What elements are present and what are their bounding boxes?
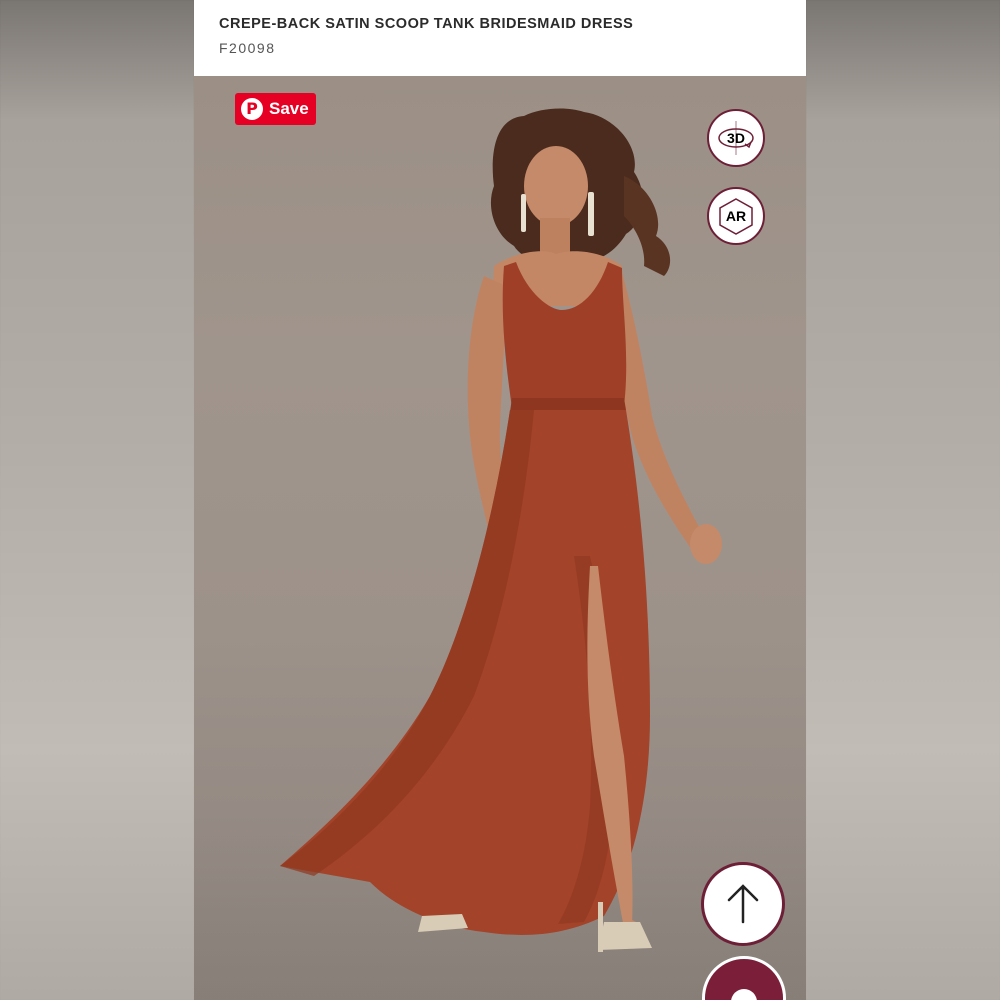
blurred-background-right (806, 0, 1000, 1000)
view-ar-button[interactable]: AR (707, 187, 765, 245)
view-3d-label: 3D (727, 130, 745, 146)
blurred-background-left (0, 0, 194, 1000)
pinterest-icon: P (241, 98, 263, 120)
product-title: CREPE-BACK SATIN SCOOP TANK BRIDESMAID D… (219, 16, 634, 32)
product-screen: CREPE-BACK SATIN SCOOP TANK BRIDESMAID D… (194, 0, 806, 1000)
ar-cube-icon: AR (719, 198, 753, 235)
chat-icon (731, 989, 757, 1000)
back-to-top-button[interactable] (701, 862, 785, 946)
arrow-up-icon (727, 884, 759, 924)
pinterest-save-label: Save (269, 99, 309, 118)
view-ar-label: AR (726, 208, 746, 224)
product-header: CREPE-BACK SATIN SCOOP TANK BRIDESMAID D… (194, 0, 806, 76)
product-sku: F20098 (219, 40, 276, 56)
pinterest-save-button[interactable]: P Save (235, 93, 316, 125)
view-3d-button[interactable]: 3D (707, 109, 765, 167)
rotate-3d-icon: 3D (718, 121, 754, 155)
product-photo[interactable]: P Save 3D AR (194, 76, 806, 1000)
